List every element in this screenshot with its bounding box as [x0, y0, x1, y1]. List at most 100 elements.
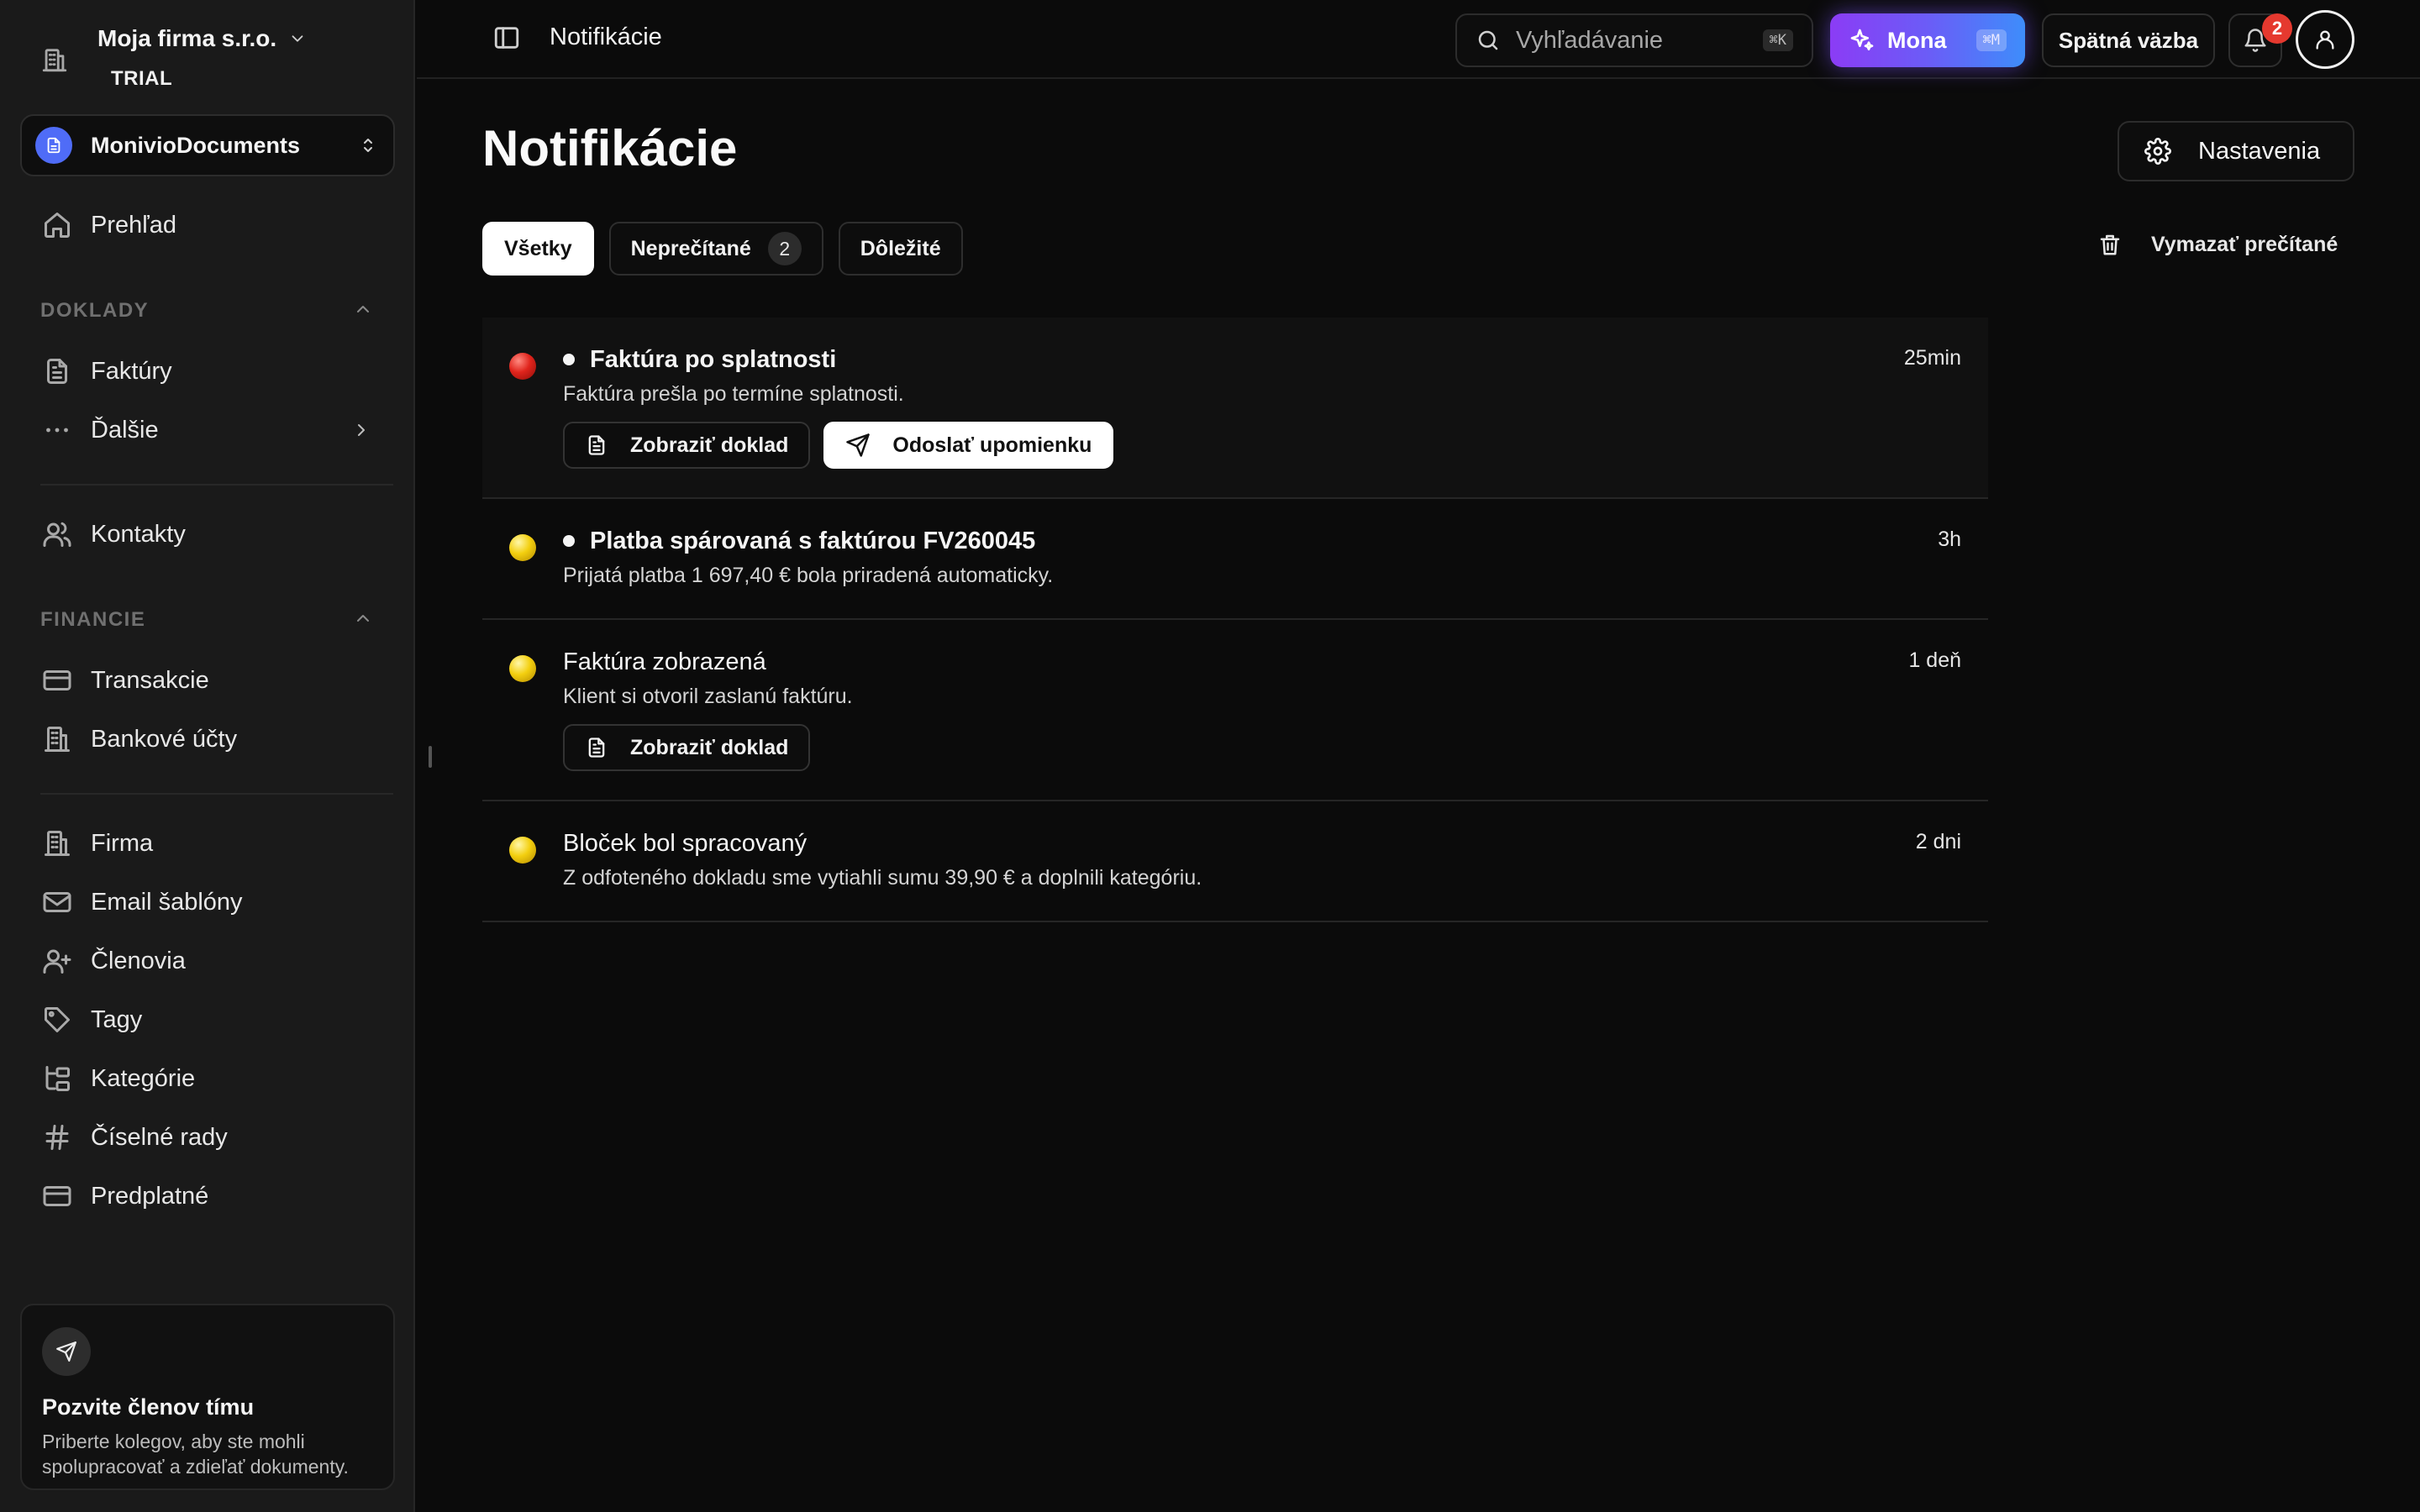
tab-label: Dôležité	[860, 236, 941, 260]
search-placeholder: Vyhľadávanie	[1516, 26, 1664, 54]
page-title: Notifikácie	[482, 120, 738, 176]
chevron-updown-icon	[358, 135, 378, 155]
notification-filter-tabs: Všetky Neprečítané 2 Dôležité	[482, 222, 978, 276]
section-label-documents: DOKLADY	[40, 299, 150, 322]
sidebar-item-label: Bankové účty	[91, 725, 238, 753]
document-app-icon	[35, 127, 72, 164]
notification-description: Prijatá platba 1 697,40 € bola priradená…	[563, 564, 1054, 587]
section-label-finance: FINANCIE	[40, 608, 146, 631]
mail-icon	[40, 885, 74, 919]
sidebar-toggle-icon[interactable]	[492, 24, 521, 52]
notification-time: 1 deň	[1908, 648, 1961, 672]
notification-item[interactable]: Faktúra zobrazená Klient si otvoril zasl…	[482, 620, 1988, 801]
notification-item[interactable]: Faktúra po splatnosti Faktúra prešla po …	[482, 318, 1988, 499]
sidebar-item-subscription[interactable]: Predplatné	[40, 1176, 208, 1216]
sidebar-item-label: Transakcie	[91, 666, 209, 694]
file-text-icon	[585, 433, 608, 457]
send-icon	[845, 433, 871, 458]
notification-time: 2 dni	[1915, 830, 1961, 853]
home-icon	[40, 208, 74, 242]
sidebar-item-overview[interactable]: Prehľad	[40, 205, 176, 245]
building-icon	[40, 45, 69, 74]
sidebar-item-categories[interactable]: Kategórie	[40, 1058, 195, 1099]
sidebar: Moja firma s.r.o. TRIAL MonivioDocuments…	[0, 0, 415, 1512]
chevron-down-icon	[288, 29, 307, 48]
sidebar-item-number-series[interactable]: Číselné rady	[40, 1117, 228, 1158]
notification-item[interactable]: Platba spárovaná s faktúrou FV260045 Pri…	[482, 499, 1988, 620]
severity-yellow-dot-icon	[509, 534, 536, 561]
sidebar-item-members[interactable]: Členovia	[40, 941, 186, 981]
button-label: Zobraziť doklad	[630, 433, 789, 457]
sidebar-item-label: Kategórie	[91, 1064, 196, 1092]
sidebar-item-invoices[interactable]: Faktúry	[40, 351, 172, 391]
tab-all[interactable]: Všetky	[482, 222, 594, 276]
button-label: Zobraziť doklad	[630, 735, 789, 759]
invite-title: Pozvite členov tímu	[42, 1394, 255, 1420]
notification-description: Klient si otvoril zaslanú faktúru.	[563, 685, 853, 708]
notification-time: 25min	[1903, 346, 1961, 370]
sidebar-item-bank-accounts[interactable]: Bankové účty	[40, 719, 237, 759]
settings-label: Nastavenia	[2198, 137, 2321, 165]
sidebar-item-tags[interactable]: Tagy	[40, 1000, 142, 1040]
org-name[interactable]: Moja firma s.r.o.	[97, 22, 307, 55]
sidebar-item-contacts[interactable]: Kontakty	[40, 514, 186, 554]
org-switcher[interactable]: Moja firma s.r.o. TRIAL	[40, 22, 307, 91]
plan-badge: TRIAL	[111, 67, 173, 90]
chevron-up-icon[interactable]	[353, 608, 373, 628]
app-switcher[interactable]: MonivioDocuments	[20, 114, 395, 176]
settings-button[interactable]: Nastavenia	[2118, 121, 2354, 181]
chevron-right-icon	[351, 420, 371, 440]
notification-time: 3h	[1938, 528, 1961, 551]
unread-dot-icon	[563, 535, 575, 547]
user-plus-icon	[40, 944, 74, 978]
view-document-button[interactable]: Zobraziť doklad	[563, 724, 811, 771]
sidebar-item-label: Faktúry	[91, 357, 172, 385]
folder-tree-icon	[40, 1062, 74, 1095]
sidebar-item-email-templates[interactable]: Email šablóny	[40, 882, 243, 922]
clear-read-button[interactable]: Vymazať prečítané	[2097, 232, 2338, 257]
tab-label: Neprečítané	[630, 236, 751, 260]
notification-item[interactable]: Bloček bol spracovaný Z odfoteného dokla…	[482, 801, 1988, 922]
sidebar-item-label: Prehľad	[91, 211, 176, 239]
sidebar-divider	[40, 484, 393, 486]
search-icon	[1476, 28, 1501, 53]
notification-title: Platba spárovaná s faktúrou FV260045	[590, 528, 1036, 554]
chevron-up-icon[interactable]	[353, 299, 373, 319]
credit-card-icon	[40, 1179, 74, 1213]
breadcrumb-title: Notifikácie	[550, 24, 662, 50]
send-icon	[42, 1327, 91, 1376]
sidebar-item-label: Kontakty	[91, 520, 186, 548]
severity-yellow-dot-icon	[509, 655, 536, 682]
sidebar-divider	[40, 793, 393, 795]
notifications-button[interactable]: 2	[2228, 13, 2292, 67]
send-reminder-button[interactable]: Odoslať upomienku	[823, 422, 1114, 469]
sidebar-item-label: Firma	[91, 829, 154, 857]
user-avatar[interactable]	[2296, 10, 2354, 69]
bank-building-icon	[40, 722, 74, 756]
button-label: Odoslať upomienku	[892, 433, 1092, 457]
sidebar-item-label: Ďalšie	[91, 416, 159, 444]
sidebar-item-more[interactable]: Ďalšie	[40, 410, 365, 450]
feedback-button[interactable]: Spätná väzba	[2042, 13, 2215, 67]
unread-count-badge: 2	[767, 232, 802, 265]
credit-card-icon	[40, 664, 74, 697]
invite-card[interactable]: Pozvite členov tímu Priberte kolegov, ab…	[20, 1304, 395, 1490]
search-shortcut: ⌘K	[1762, 29, 1793, 51]
topbar: Notifikácie Vyhľadávanie ⌘K Mona ⌘M Spät…	[417, 0, 2420, 79]
sidebar-item-company[interactable]: Firma	[40, 823, 153, 864]
sidebar-resize-handle[interactable]	[429, 746, 432, 768]
sidebar-item-label: Tagy	[91, 1005, 143, 1033]
trash-icon	[2097, 232, 2123, 257]
clear-read-label: Vymazať prečítané	[2151, 232, 2338, 256]
severity-yellow-dot-icon	[509, 837, 536, 864]
view-document-button[interactable]: Zobraziť doklad	[563, 422, 811, 469]
mona-assistant-button[interactable]: Mona ⌘M	[1830, 13, 2025, 67]
sidebar-item-transactions[interactable]: Transakcie	[40, 660, 209, 701]
sidebar-item-label: Členovia	[91, 947, 186, 974]
tag-icon	[40, 1003, 74, 1037]
tab-important[interactable]: Dôležité	[838, 222, 963, 276]
search-input[interactable]: Vyhľadávanie ⌘K	[1455, 13, 1813, 67]
notification-count-badge: 2	[2262, 13, 2292, 44]
tab-unread[interactable]: Neprečítané 2	[608, 222, 823, 276]
org-name-label: Moja firma s.r.o.	[97, 25, 277, 51]
